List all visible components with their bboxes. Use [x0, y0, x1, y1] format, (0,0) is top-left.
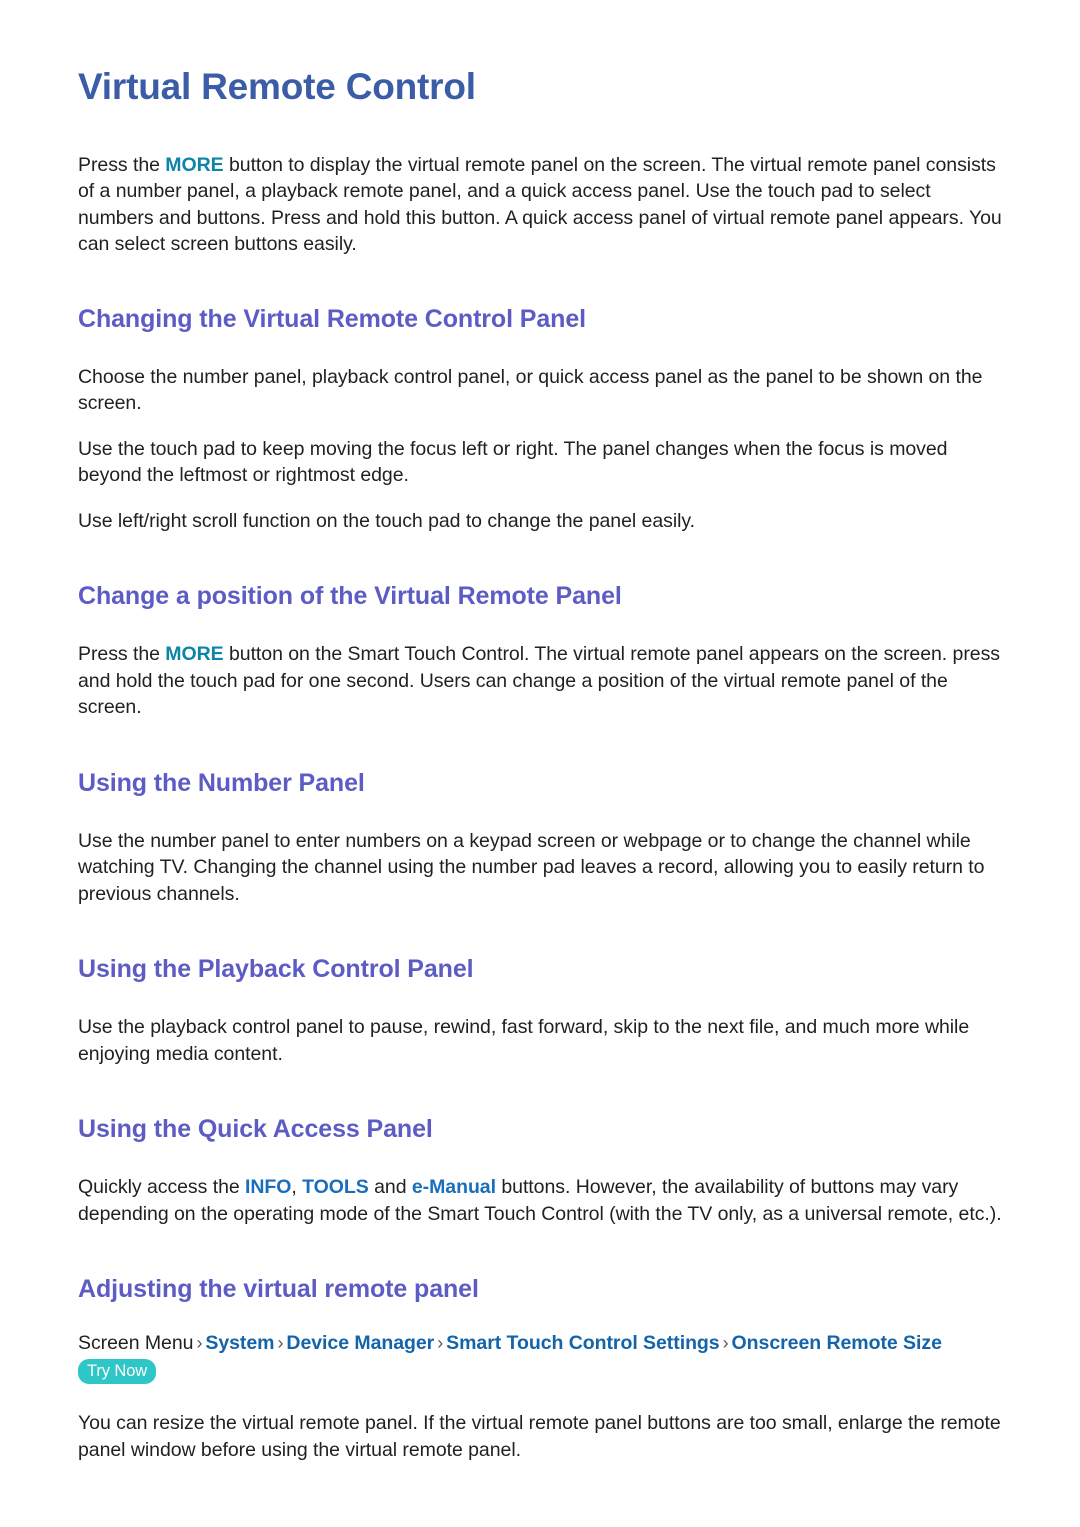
- breadcrumb: Screen Menu › System › Device Manager › Smart …: [78, 1330, 1002, 1385]
- chevron-right-icon: ›: [277, 1333, 284, 1354]
- breadcrumb-item-smart-touch-control-settings[interactable]: Smart Touch Control Settings: [446, 1332, 719, 1354]
- section-heading-changing-panel: Changing the Virtual Remote Control Pane…: [78, 304, 586, 333]
- try-now-badge[interactable]: Try Now: [78, 1359, 157, 1385]
- paragraph-part1: Press the: [78, 643, 166, 666]
- tools-button-token[interactable]: TOOLS: [302, 1176, 369, 1198]
- section-paragraph: Use the number panel to enter numbers on…: [78, 829, 985, 905]
- section-paragraph: Press the MORE button on the Smart Touch…: [78, 641, 1002, 721]
- section-heading-number-panel: Using the Number Panel: [78, 768, 365, 797]
- manual-page: Virtual Remote Control Press the MORE bu…: [0, 0, 1080, 1527]
- intro-text-part1: Press the: [78, 153, 166, 176]
- more-button-token[interactable]: MORE: [165, 154, 223, 176]
- breadcrumb-item-system[interactable]: System: [205, 1332, 274, 1354]
- section-paragraph: Use the playback control panel to pause,…: [78, 1016, 970, 1065]
- section-heading-quick-access-panel: Using the Quick Access Panel: [78, 1115, 433, 1144]
- paragraph-separator: and: [368, 1176, 412, 1199]
- more-button-token[interactable]: MORE: [165, 643, 223, 665]
- section-heading-change-position: Change a position of the Virtual Remote …: [78, 582, 622, 611]
- chevron-right-icon: ›: [196, 1333, 203, 1354]
- chevron-right-icon: ›: [437, 1333, 444, 1354]
- chevron-right-icon: ›: [722, 1333, 729, 1354]
- section-heading-adjusting-panel: Adjusting the virtual remote panel: [78, 1275, 479, 1304]
- paragraph-separator: ,: [291, 1176, 303, 1199]
- section-paragraph: Choose the number panel, playback contro…: [78, 365, 983, 415]
- section-heading-playback-panel: Using the Playback Control Panel: [78, 955, 474, 984]
- breadcrumb-root: Screen Menu: [78, 1332, 194, 1355]
- page-title: Virtual Remote Control: [78, 66, 476, 107]
- breadcrumb-item-device-manager[interactable]: Device Manager: [286, 1332, 434, 1354]
- section-paragraph: You can resize the virtual remote panel.…: [78, 1412, 1001, 1461]
- section-paragraph: Use the touch pad to keep moving the foc…: [78, 437, 948, 487]
- paragraph-part1: Quickly access the: [78, 1176, 246, 1199]
- section-paragraph: Quickly access the INFO, TOOLS and e-Man…: [78, 1174, 1002, 1227]
- intro-paragraph: Press the MORE button to display the vir…: [78, 152, 1002, 258]
- info-button-token[interactable]: INFO: [245, 1176, 291, 1198]
- e-manual-button-token[interactable]: e-Manual: [412, 1176, 496, 1198]
- section-paragraph: Use left/right scroll function on the to…: [78, 509, 696, 532]
- try-now-wrapper: Try Now: [78, 1359, 157, 1385]
- breadcrumb-item-onscreen-remote-size[interactable]: Onscreen Remote Size: [732, 1332, 942, 1354]
